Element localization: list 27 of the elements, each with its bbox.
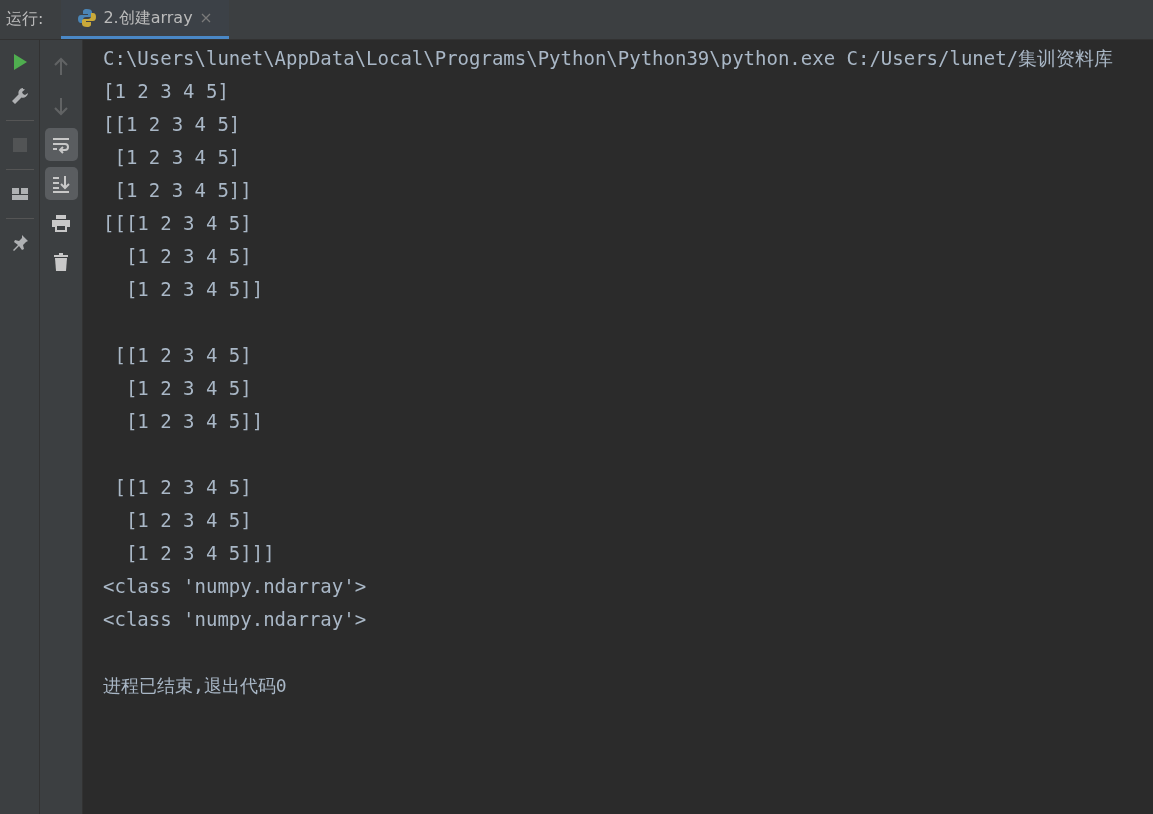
output-line: [[1 2 3 4 5] [103,112,242,137]
python-icon [77,8,98,28]
scroll-to-end-button[interactable] [44,167,78,200]
run-label: 运行: [5,9,45,30]
print-icon [51,212,71,233]
output-line: [1 2 3 4 5] [124,376,253,401]
scroll-to-end-icon [51,173,71,194]
run-tab[interactable]: 2.创建array [61,0,229,39]
output-line: [[[1 2 3 4 5] [103,211,253,236]
output-line: [[1 2 3 4 5] [113,343,253,368]
output-line: C:\Users\lunet\AppData\Local\Programs\Python\Python39\python.exe C:/Users/lunet/集训资料库 [103,46,1115,71]
output-line: [1 2 3 4 5]] [124,277,265,302]
output-line: 进程已结束,退出代码0 [103,674,288,698]
output-line: [1 2 3 4 5] [113,145,242,170]
output-line: [1 2 3 4 5] [124,244,253,269]
trash-icon [51,251,71,272]
output-line: [[1 2 3 4 5] [113,475,253,500]
output-line: <class 'numpy.ndarray'> [103,574,368,599]
output-line: [1 2 3 4 5]]] [124,541,276,566]
close-icon[interactable] [200,13,211,23]
output-line: [1 2 3 4 5]] [124,409,265,434]
output-line: <class 'numpy.ndarray'> [103,607,368,632]
output-line: [1 2 3 4 5]] [113,178,253,203]
down-arrow-icon [51,95,71,116]
soft-wrap-button[interactable] [44,128,78,161]
output-line: [1 2 3 4 5] [103,79,230,104]
output-line: [1 2 3 4 5] [124,508,253,533]
